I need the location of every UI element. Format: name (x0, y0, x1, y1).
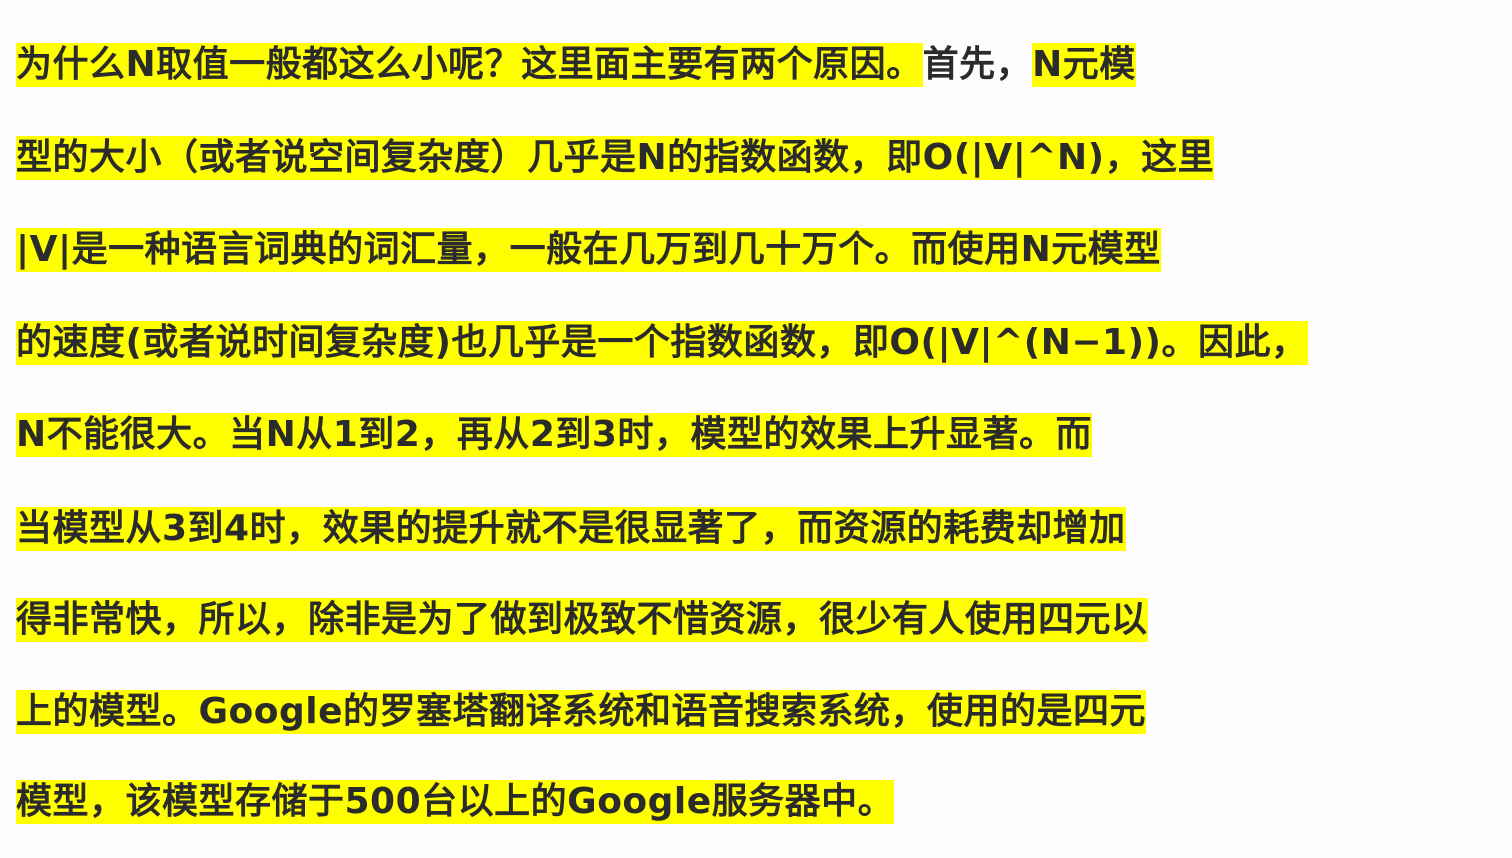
plain-text: 首先， (922, 44, 1033, 85)
highlighted-text: 型的大小（或者说空间复杂度）几乎是N的指数函数，即O(|V|^N)，这里 (16, 136, 1215, 180)
text-line-6: 当模型从3到4时，效果的提升就不是很显著了，而资源的耗费却增加 (16, 507, 1492, 551)
highlighted-text: |V|是一种语言词典的词汇量，一般在几万到几十万个。而使用N元模型 (16, 228, 1161, 272)
highlighted-text: 当模型从3到4时，效果的提升就不是很显著了，而资源的耗费却增加 (16, 507, 1126, 551)
text-line-1: 为什么N取值一般都这么小呢？这里面主要有两个原因。首先，N元模 (16, 43, 1492, 87)
highlighted-text: 为什么N取值一般都这么小呢？这里面主要有两个原因。 (16, 43, 923, 87)
document-page: 为什么N取值一般都这么小呢？这里面主要有两个原因。首先，N元模 型的大小（或者说… (0, 0, 1512, 858)
highlighted-text: 的速度(或者说时间复杂度)也几乎是一个指数函数，即O(|V|^(N−1))。因此… (16, 321, 1308, 365)
highlighted-text: 上的模型。Google的罗塞塔翻译系统和语音搜索系统，使用的是四元 (16, 690, 1147, 734)
highlighted-text: N不能很大。当N从1到2，再从2到3时，模型的效果上升显著。而 (16, 413, 1092, 457)
text-line-5: N不能很大。当N从1到2，再从2到3时，模型的效果上升显著。而 (16, 413, 1492, 457)
highlighted-text: 得非常快，所以，除非是为了做到极致不惜资源，很少有人使用四元以 (16, 598, 1148, 642)
text-line-8: 上的模型。Google的罗塞塔翻译系统和语音搜索系统，使用的是四元 (16, 690, 1492, 734)
text-line-4: 的速度(或者说时间复杂度)也几乎是一个指数函数，即O(|V|^(N−1))。因此… (16, 321, 1492, 365)
highlighted-text: 模型，该模型存储于500台以上的Google服务器中。 (16, 780, 895, 824)
text-line-3: |V|是一种语言词典的词汇量，一般在几万到几十万个。而使用N元模型 (16, 228, 1492, 272)
text-line-2: 型的大小（或者说空间复杂度）几乎是N的指数函数，即O(|V|^N)，这里 (16, 136, 1492, 180)
highlighted-text: N元模 (1032, 43, 1136, 87)
text-line-7: 得非常快，所以，除非是为了做到极致不惜资源，很少有人使用四元以 (16, 598, 1492, 642)
text-line-9: 模型，该模型存储于500台以上的Google服务器中。 (16, 780, 1112, 824)
